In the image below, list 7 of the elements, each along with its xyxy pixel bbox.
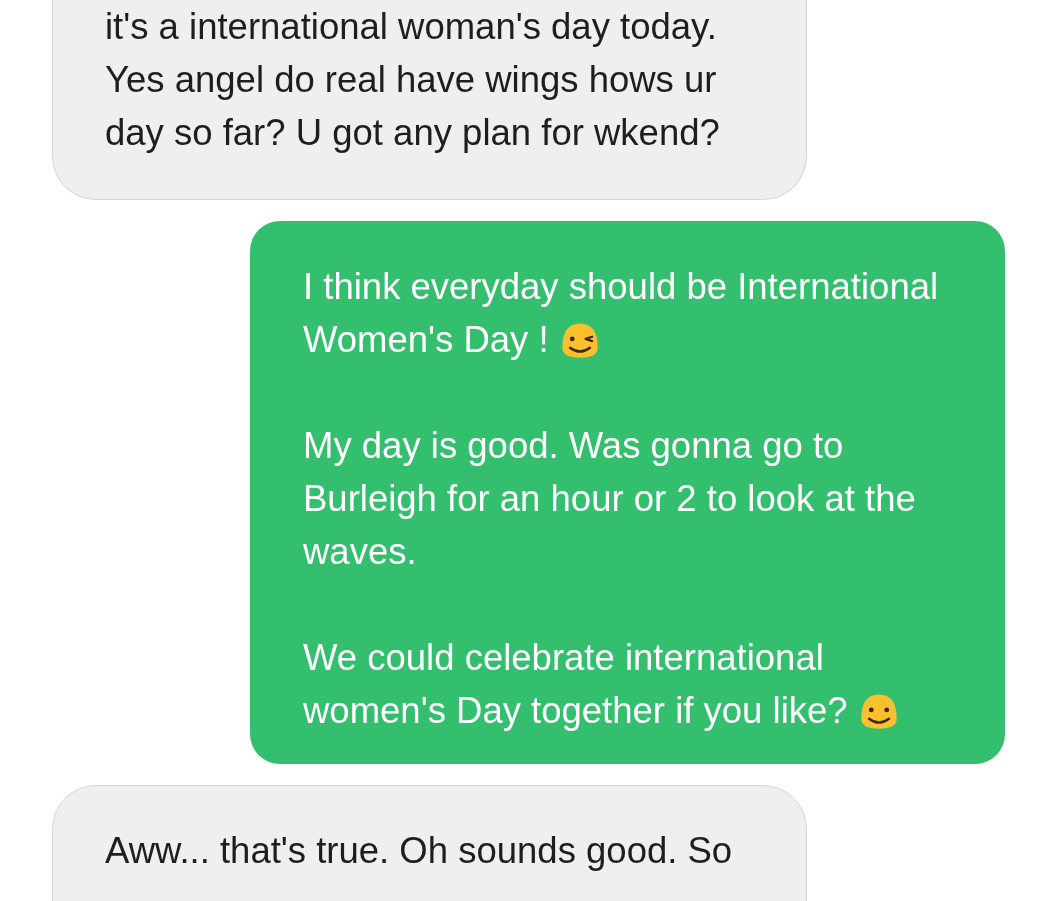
message-text: My day is good. Was gonna go to Burleigh for an hour or 2 to look at the waves. [303, 424, 917, 574]
message-text: it's a international woman's day today. Yes angel do real have wings hows ur day so far? U got any plan for wkend? [105, 5, 721, 155]
message-text: women's Day together if you like? [303, 689, 848, 733]
message-text: Aww... that's true. Oh sounds good. So [105, 829, 734, 873]
message-text: Women's Day ! [303, 318, 549, 362]
message-text: We could celebrate international [303, 636, 825, 680]
message-text: I think everyday should be International [303, 265, 940, 309]
